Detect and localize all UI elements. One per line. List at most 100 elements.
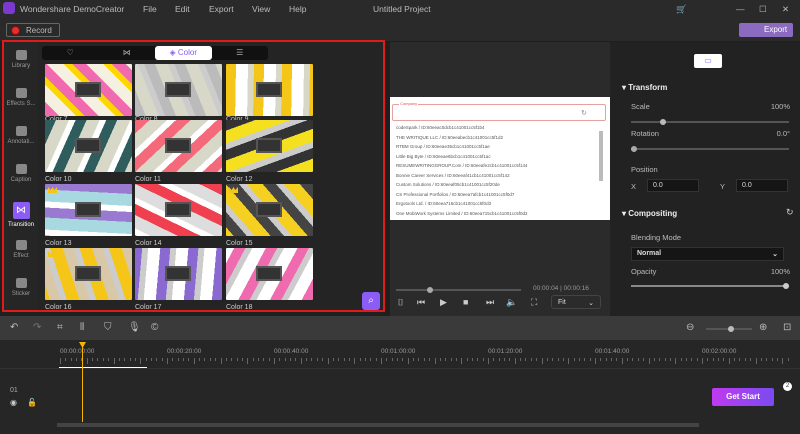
tab-list[interactable]: ☰ [212,46,269,60]
list-scrollbar[interactable] [599,131,603,181]
lock-icon[interactable]: 🔓 [27,398,37,407]
sidebar-item-library[interactable]: Library [4,50,38,69]
company-option[interactable]: Bonnie Career Services / ID:60eeaf41cb1c… [396,173,510,178]
close-button[interactable]: ✕ [782,4,789,15]
get-start-button[interactable]: Get Start [712,388,774,406]
transition-thumbnail[interactable] [135,248,222,300]
compositing-header[interactable]: ▾ Compositing [622,209,677,218]
screenshot-icon[interactable]: ⌷ [398,297,403,308]
search-button[interactable]: ⌕ [362,292,380,310]
ruler-tick [241,358,243,361]
minimize-button[interactable]: — [736,4,745,14]
sidebar-item-effectss[interactable]: Effects S... [4,88,38,107]
company-option[interactable]: RTBM Group / ID:60eeae35cb1c41001cc5f1ae [396,144,490,149]
company-option[interactable]: THE WRITIQUE LLC / ID:60eeabecb1c41001cc… [396,135,503,140]
progress-knob[interactable] [426,287,433,293]
transition-thumbnail[interactable] [45,120,132,172]
transition-thumbnail[interactable] [45,248,132,300]
transition-thumbnail[interactable] [135,64,222,116]
transition-thumbnail[interactable] [135,184,222,236]
transition-thumbnail[interactable] [226,184,313,236]
ruler-tick [193,358,195,364]
fit-timeline-icon[interactable]: ⊡ [783,322,791,333]
company-option[interactable]: codeSpark / ID:60eeac0dcb1c41001cc5f1b4 [396,125,485,130]
transform-header[interactable]: ▾ Transform [622,83,667,92]
menu-edit[interactable]: Edit [175,4,190,14]
thumbnail-label: Color 12 [226,176,253,183]
scale-slider[interactable] [631,119,789,125]
ruler-tick [525,358,527,361]
position-y-input[interactable]: 0.0 [736,179,788,192]
stop-icon[interactable]: ■ [463,297,468,307]
fullscreen-icon[interactable]: ⛶ [531,297,537,308]
company-option[interactable]: One MobiWork Systems Limited / ID:60eea7… [396,211,528,216]
cart-icon[interactable]: 🛒 [676,4,687,15]
menu-view[interactable]: View [252,4,270,14]
playhead[interactable] [79,342,86,422]
tab-color[interactable]: ◈ Color [155,46,212,60]
timeline-ruler[interactable]: 00:00:00:00 00:00:20:00 00:00:40:00 00:01:0… [0,340,800,368]
sidebar-item-label: Transition [7,222,35,228]
export-button[interactable]: Export [739,23,793,37]
company-option[interactable]: Little Big Byte / ID:60eeae6bcb1c41001cc… [396,154,491,159]
opacity-slider[interactable] [631,283,789,289]
fit-dropdown[interactable]: Fit ⌄ [551,295,601,309]
zoom-out-icon[interactable]: ⊖ [686,322,694,333]
timeline-scrollbar[interactable] [57,423,699,427]
transition-thumbnail[interactable] [226,248,313,300]
laptop-image [75,266,101,281]
crop-icon[interactable]: ⌗ [57,322,63,333]
ruler-tick [263,358,265,361]
tab-favorites[interactable]: ♡ [42,46,99,60]
ruler-tick [578,358,580,361]
sidebar-item-transition[interactable]: ⋈ Transition [4,202,38,228]
ruler-tick [172,358,174,361]
scale-value: 100% [770,102,790,111]
video-properties-tab[interactable]: ▭ [694,54,722,68]
split-icon[interactable]: ⫴ [80,322,84,333]
menu-export[interactable]: Export [209,4,234,14]
company-field[interactable]: Company ↻ [392,101,606,121]
company-option[interactable]: RESUMEWRITINGGROUP.Com / ID:60eeafe2cb1c… [396,163,527,168]
playback-progress[interactable] [396,287,521,293]
blending-mode-dropdown[interactable]: Normal ⌄ [631,247,784,261]
zoom-in-icon[interactable]: ⊕ [759,322,767,333]
company-option[interactable]: Custom Solutions / ID:60eeaf05cb1c41001c… [396,182,500,187]
sidebar-item-effect[interactable]: Effect [4,240,38,259]
maximize-button[interactable]: ☐ [759,4,767,15]
position-x-input[interactable]: 0.0 [647,179,699,192]
microphone-icon[interactable]: 🎙 [128,322,141,333]
volume-icon[interactable]: 🔈 [506,297,517,308]
sidebar-item-annotati[interactable]: Annotati... [4,126,38,145]
marker-icon[interactable]: ⛉ [104,322,112,333]
transition-thumbnail[interactable] [45,184,132,236]
transition-thumbnail[interactable] [226,120,313,172]
rotation-slider[interactable] [631,146,789,152]
redo-icon[interactable]: ↷ [33,322,41,333]
zoom-slider[interactable] [706,326,752,332]
ruler-tick [418,358,420,361]
company-option[interactable]: CS Professional Portfolios / ID:60eea7af… [396,192,514,197]
menu-help[interactable]: Help [289,4,306,14]
company-option[interactable]: Ergotools Ltd. / ID:60eea716cb1c41001cc5… [396,201,491,206]
transition-thumbnail[interactable] [45,64,132,116]
reset-icon[interactable]: ↻ [786,207,794,218]
ruler-tick [520,358,522,361]
sidebar-item-caption[interactable]: Caption [4,164,38,183]
transition-thumbnail[interactable] [135,120,222,172]
copyright-icon[interactable]: © [151,322,158,333]
ruler-tick [664,358,666,361]
tab-basic[interactable]: ⋈ [99,46,156,60]
ruler-tick [568,358,570,364]
transition-thumbnail[interactable] [226,64,313,116]
sidebar-item-sticker[interactable]: Sticker [4,278,38,297]
opacity-label: Opacity [631,267,657,276]
undo-icon[interactable]: ↶ [10,322,18,333]
next-frame-icon[interactable]: ⏭ [486,297,494,308]
record-button[interactable]: Record [6,23,60,37]
play-icon[interactable]: ▶ [440,297,447,308]
previous-frame-icon[interactable]: ⏮ [417,297,425,308]
ruler-tick [316,358,318,361]
visibility-icon[interactable]: ◉ [10,398,17,407]
menu-file[interactable]: File [143,4,157,14]
